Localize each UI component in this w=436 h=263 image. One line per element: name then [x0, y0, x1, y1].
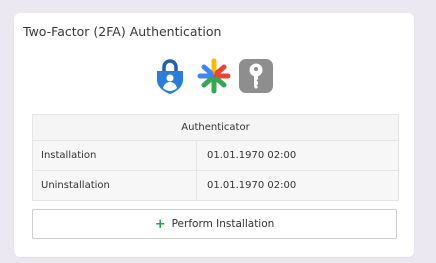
- card-title: Two-Factor (2FA) Authentication: [23, 24, 222, 39]
- installation-label: Installation: [33, 141, 197, 170]
- plus-icon: +: [154, 216, 166, 232]
- authenticator-table: Authenticator Installation 01.01.1970 02…: [32, 114, 399, 201]
- table-header: Authenticator: [33, 115, 398, 141]
- google-authenticator-icon: [197, 58, 231, 94]
- uninstallation-value: 01.01.1970 02:00: [207, 180, 297, 191]
- two-factor-card: Two-Factor (2FA) Authentication Authenti…: [14, 13, 414, 257]
- key-authenticator-icon: [239, 59, 273, 93]
- uninstallation-label: Uninstallation: [33, 171, 197, 200]
- microsoft-authenticator-icon: [157, 59, 183, 94]
- authenticator-icons: [152, 58, 276, 96]
- perform-installation-label: Perform Installation: [171, 218, 275, 230]
- table-row-installation: Installation 01.01.1970 02:00: [33, 141, 398, 171]
- installation-value: 01.01.1970 02:00: [207, 150, 297, 161]
- perform-installation-button[interactable]: + Perform Installation: [32, 209, 397, 239]
- table-row-uninstallation: Uninstallation 01.01.1970 02:00: [33, 171, 398, 200]
